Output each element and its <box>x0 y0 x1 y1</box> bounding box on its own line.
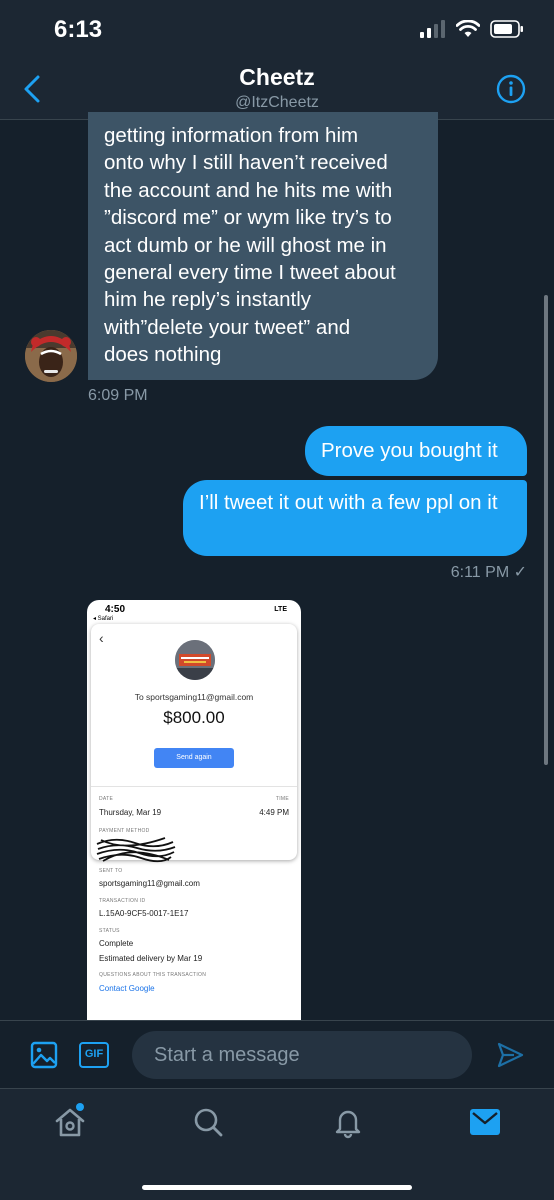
status-time: 6:13 <box>54 16 103 43</box>
receipt-status-bar: 4:50 ◂ Safari LTE <box>87 600 301 624</box>
estimated-delivery: Estimated delivery by Mar 19 <box>99 954 203 963</box>
status-value: Complete <box>99 939 134 948</box>
contact-handle[interactable]: @ItzCheetz <box>0 94 554 112</box>
info-icon[interactable] <box>496 74 526 104</box>
outgoing-message-time: 6:11 PM ✓ <box>450 564 527 581</box>
receipt-card: ‹ To sportsgaming11@gmail.com $800.00 Se… <box>91 624 297 863</box>
send-icon[interactable] <box>496 1041 524 1069</box>
notification-dot <box>76 1103 84 1111</box>
receipt-network: LTE <box>274 606 287 613</box>
notifications-icon[interactable] <box>331 1105 365 1139</box>
date-value: Thursday, Mar 19 <box>99 808 162 817</box>
image-icon[interactable] <box>30 1041 58 1069</box>
outgoing-message-bubble[interactable]: I’ll tweet it out with a few ppl on it <box>183 480 527 556</box>
contact-google-link: Contact Google <box>99 984 155 993</box>
messages-icon[interactable] <box>468 1105 502 1139</box>
home-indicator <box>142 1185 412 1190</box>
wifi-icon <box>456 20 480 37</box>
receipt-divider <box>91 786 297 787</box>
outgoing-message-bubble[interactable]: Prove you bought it <box>305 426 527 476</box>
questions-label: QUESTIONS ABOUT THIS TRANSACTION <box>99 972 207 978</box>
status-icons <box>420 20 524 38</box>
sent-to-label: SENT TO <box>99 868 123 874</box>
transaction-id-label: TRANSACTION ID <box>99 898 146 904</box>
receipt-status-time: 4:50 <box>105 604 126 615</box>
recipient-logo <box>175 640 215 680</box>
incoming-message-time: 6:09 PM <box>88 387 148 404</box>
signal-icon <box>420 20 445 38</box>
date-label: DATE <box>99 796 114 802</box>
incoming-message-text: getting information from him onto why I … <box>104 124 396 367</box>
tab-bar <box>0 1088 554 1200</box>
sent-to-value: sportsgaming11@gmail.com <box>99 879 200 888</box>
incoming-message-bubble[interactable]: getting information from him onto why I … <box>88 112 438 380</box>
avatar[interactable] <box>25 330 77 382</box>
search-icon[interactable] <box>191 1105 225 1139</box>
message-composer: GIF <box>0 1020 554 1088</box>
time-label: TIME <box>275 796 289 802</box>
contact-name[interactable]: Cheetz <box>0 64 554 91</box>
battery-icon <box>490 20 523 38</box>
transaction-id-value: L.15A0-9CF5-0017-1E17 <box>99 909 189 918</box>
send-again-button: Send again <box>154 748 234 768</box>
receipt-back-icon: ‹ <box>99 630 104 646</box>
receipt-recipient: To sportsgaming11@gmail.com <box>134 692 254 702</box>
status-label: STATUS <box>99 928 120 934</box>
message-input[interactable] <box>132 1031 472 1079</box>
scribble-redaction <box>96 837 176 863</box>
status-bar: 6:13 <box>0 0 554 62</box>
time-value: 4:49 PM <box>259 808 289 817</box>
receipt-back-app: ◂ Safari <box>93 616 114 622</box>
scrollbar[interactable] <box>544 295 548 765</box>
receipt-amount: $800.00 <box>163 708 225 727</box>
gif-icon[interactable]: GIF <box>79 1042 109 1068</box>
image-message[interactable]: 4:50 ◂ Safari LTE ‹ To sportsgaming11@gm… <box>87 600 301 1020</box>
